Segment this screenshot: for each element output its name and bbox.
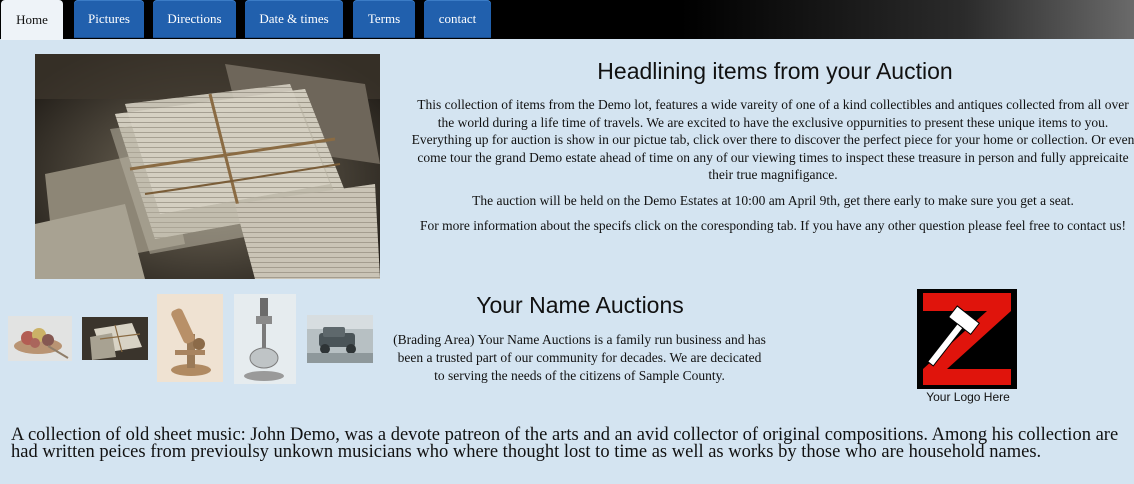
intro-text: This collection of items from the Demo l…	[408, 96, 1134, 243]
page-headline: Headlining items from your Auction	[597, 58, 953, 84]
tab-directions[interactable]: Directions	[153, 0, 236, 38]
gavel-icon	[917, 289, 1017, 389]
logo-caption: Your Logo Here	[926, 390, 1010, 404]
company-description: (Brading Area) Your Name Auctions is a f…	[393, 332, 766, 383]
photo-caption: A collection of old sheet music: John De…	[11, 425, 1119, 462]
company-name-title: Your Name Auctions	[476, 292, 684, 318]
tab-terms[interactable]: Terms	[353, 0, 415, 38]
sheet-music-thumbnail[interactable]	[82, 317, 148, 360]
tab-date-times[interactable]: Date & times	[245, 0, 343, 38]
intro-paragraph: This collection of items from the Demo l…	[411, 97, 1134, 182]
vintage-car-thumbnail[interactable]	[307, 315, 373, 363]
contact-info-paragraph: For more information about the specifs c…	[420, 218, 1126, 233]
microscope-thumbnail[interactable]	[157, 294, 223, 382]
logo-placeholder	[917, 289, 1017, 389]
tab-contact[interactable]: contact	[424, 0, 491, 38]
tab-home[interactable]: Home	[1, 0, 63, 40]
fruit-bowl-thumbnail[interactable]	[8, 316, 72, 361]
tab-pictures[interactable]: Pictures	[74, 0, 144, 38]
scientific-instrument-thumbnail[interactable]	[234, 294, 296, 384]
auction-time-paragraph: The auction will be held on the Demo Est…	[472, 192, 1074, 208]
sheet-music-photo	[35, 54, 380, 279]
